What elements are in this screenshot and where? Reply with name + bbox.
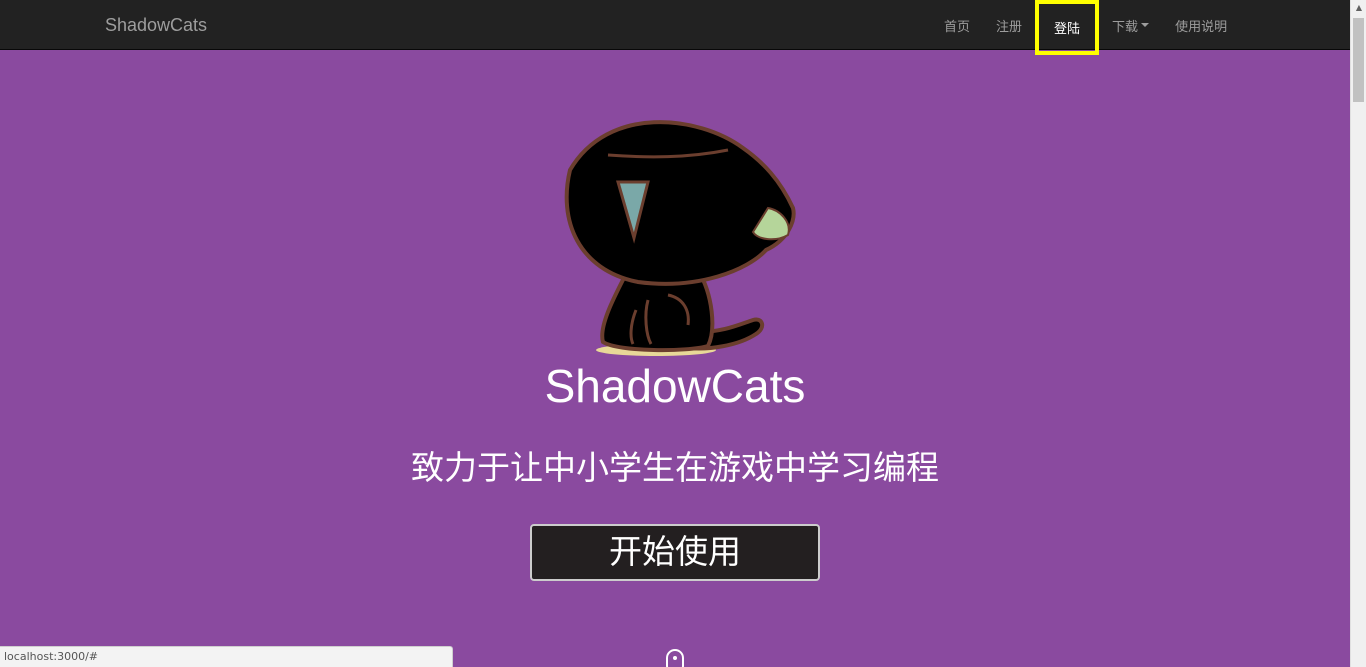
hero-subtitle: 致力于让中小学生在游戏中学习编程: [411, 448, 939, 487]
mouse-scroll-icon[interactable]: [666, 649, 684, 667]
vertical-scrollbar[interactable]: ▲: [1350, 0, 1366, 667]
nav-item-label: 登陆: [1054, 22, 1081, 37]
nav-item-register[interactable]: 注册: [983, 0, 1035, 50]
status-bar-url: localhost:3000/#: [0, 646, 453, 667]
cat-head: [564, 120, 796, 286]
nav-item-label: 注册: [996, 19, 1023, 35]
caret-down-icon: [1141, 23, 1150, 27]
shadowcats-logo: [564, 120, 796, 356]
start-button[interactable]: 开始使用: [530, 524, 820, 581]
scroll-up-icon[interactable]: ▲: [1351, 2, 1366, 14]
nav-item-label: 使用说明: [1175, 19, 1228, 35]
nav-item-label: 下载: [1112, 19, 1139, 35]
hero-title: ShadowCats: [544, 360, 806, 412]
scrollbar-thumb[interactable]: [1353, 18, 1364, 102]
brand-link[interactable]: ShadowCats: [105, 14, 207, 36]
nav-item-instructions[interactable]: 使用说明: [1162, 0, 1240, 50]
top-navbar: ShadowCats 首页 注册 登陆 下载 使用说明: [0, 0, 1350, 55]
nav-item-label: 首页: [944, 19, 971, 35]
nav-item-download-dropdown[interactable]: 下载: [1099, 0, 1162, 50]
nav-item-home[interactable]: 首页: [931, 0, 983, 50]
nav-item-login[interactable]: 登陆: [1035, 0, 1100, 55]
nav-menu: 首页 注册 登陆 下载 使用说明: [931, 0, 1240, 55]
